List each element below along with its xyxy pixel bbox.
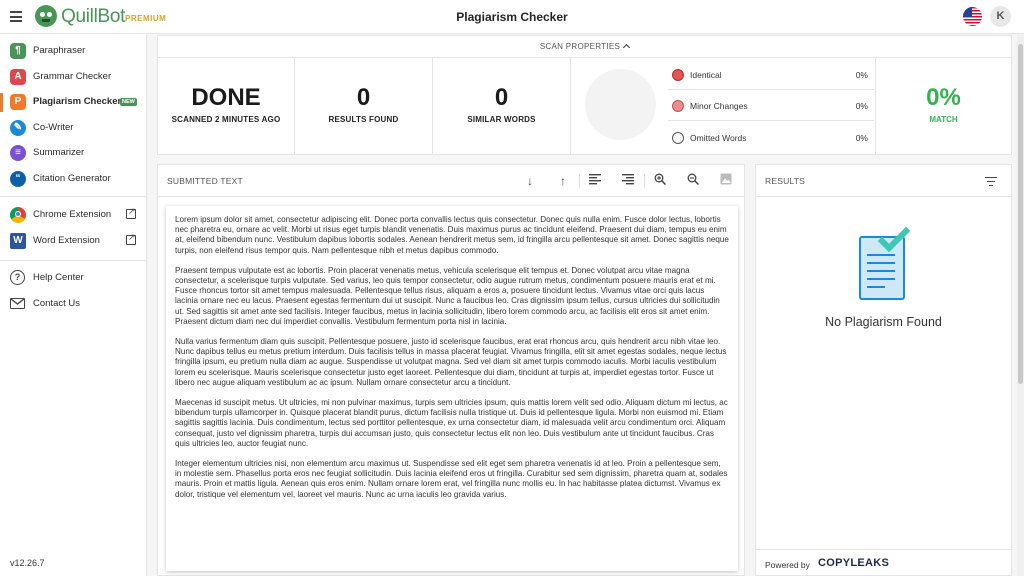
- sidebar-item-paraphraser[interactable]: ¶ Paraphraser: [0, 40, 146, 64]
- similar-words: 0 SIMILAR WORDS: [433, 58, 571, 154]
- submitted-text-header: SUBMITTED TEXT ↓ ↑: [158, 165, 744, 197]
- legend-name: Minor Changes: [690, 101, 748, 111]
- citation-generator-icon: “: [10, 171, 26, 187]
- sidebar-item-co-writer[interactable]: ✎ Co-Writer: [0, 117, 146, 141]
- paragraph: Integer elementum ultricies nisi, non el…: [175, 459, 728, 499]
- legend-percent: 0%: [855, 70, 868, 80]
- results-found: 0 RESULTS FOUND: [295, 58, 433, 154]
- status-label: SCANNED 2 MINUTES AGO: [171, 115, 281, 124]
- page-title: Plagiarism Checker: [456, 10, 568, 24]
- zoom-in-icon[interactable]: [652, 173, 668, 189]
- sidebar-item-label: Summarizer: [33, 147, 85, 158]
- arrow-up-icon[interactable]: ↑: [555, 173, 571, 189]
- sidebar-item-label: Paraphraser: [33, 45, 86, 56]
- mail-icon: [10, 298, 25, 309]
- sidebar-item-label: Word Extension: [33, 235, 100, 246]
- results-title: RESULTS: [765, 176, 805, 186]
- paragraph: Lorem ipsum dolor sit amet, consectetur …: [175, 215, 729, 255]
- similar-words-label: SIMILAR WORDS: [467, 115, 536, 124]
- copyleaks-logo[interactable]: COPYLEAKS: [818, 557, 889, 569]
- scan-status: DONE SCANNED 2 MINUTES AGO: [158, 58, 295, 154]
- sidebar-item-label: Citation Generator: [33, 173, 111, 184]
- arrow-down-icon[interactable]: ↓: [522, 173, 538, 189]
- legend-percent: 0%: [855, 101, 868, 111]
- paragraph: Praesent tempus vulputate est ac loborti…: [175, 265, 720, 326]
- legend-name: Identical: [690, 70, 722, 80]
- external-link-icon: [126, 206, 136, 219]
- sidebar-item-citation-generator[interactable]: “ Citation Generator: [0, 168, 146, 192]
- align-left-icon[interactable]: [587, 173, 603, 189]
- align-right-icon[interactable]: [620, 173, 636, 189]
- scan-properties-toggle[interactable]: SCAN PROPERTIES: [158, 36, 1011, 58]
- document-check-icon: [859, 219, 911, 300]
- results-panel: RESULTS No Plagiarism Found Powered by C…: [755, 164, 1012, 576]
- us-flag-icon[interactable]: [963, 7, 982, 26]
- scan-properties-panel: SCAN PROPERTIES DONE SCANNED 2 MINUTES A…: [157, 35, 1012, 155]
- submitted-text-title: SUBMITTED TEXT: [167, 176, 243, 186]
- paraphraser-icon: ¶: [10, 43, 26, 59]
- minor-changes-dot-icon: [672, 100, 684, 112]
- toolbar-divider: [644, 174, 645, 188]
- results-found-label: RESULTS FOUND: [328, 115, 399, 124]
- filter-icon[interactable]: [985, 177, 997, 188]
- sidebar-item-word-extension[interactable]: W Word Extension: [0, 230, 146, 254]
- sidebar-divider: [0, 196, 146, 197]
- paragraph: Nulla varius fermentum diam quis suscipi…: [175, 337, 727, 387]
- identical-dot-icon: [672, 69, 684, 81]
- sidebar-item-label: Contact Us: [33, 298, 80, 309]
- new-badge: NEW: [120, 98, 137, 106]
- scan-properties-label: SCAN PROPERTIES: [539, 42, 621, 51]
- match-summary: 0% MATCH: [875, 58, 1011, 154]
- zoom-out-icon[interactable]: [685, 173, 701, 189]
- word-icon: W: [10, 233, 26, 249]
- omitted-words-dot-icon: [672, 132, 684, 144]
- sidebar-item-contact-us[interactable]: Contact Us: [0, 293, 146, 317]
- sidebar-item-label: Grammar Checker: [33, 71, 112, 82]
- legend-omitted-words: Omitted Words 0%: [668, 123, 874, 153]
- plagiarism-checker-icon: P: [10, 94, 26, 110]
- match-label: MATCH: [929, 115, 958, 124]
- legend-name: Omitted Words: [690, 133, 747, 143]
- sidebar-item-label: Help Center: [33, 272, 84, 283]
- scrollbar-thumb[interactable]: [1018, 44, 1023, 384]
- no-plagiarism-message: No Plagiarism Found: [825, 315, 942, 329]
- sidebar-item-label: Chrome Extension: [33, 209, 112, 220]
- sidebar-divider: [0, 260, 146, 261]
- paragraph: Maecenas id suscipit metus. Ut ultricies…: [175, 398, 728, 448]
- page-scrollbar[interactable]: [1017, 34, 1024, 576]
- chevron-up-icon: [623, 43, 631, 52]
- version-label: v12.26.7: [10, 558, 45, 568]
- co-writer-icon: ✎: [10, 120, 26, 136]
- help-icon: ?: [10, 270, 25, 285]
- submitted-text-panel: SUBMITTED TEXT ↓ ↑ Lorem ipsum dolor sit…: [157, 164, 745, 576]
- sidebar-item-label: Co-Writer: [33, 122, 74, 133]
- sidebar-item-help-center[interactable]: ? Help Center: [0, 267, 146, 291]
- similar-words-value: 0: [494, 84, 509, 111]
- powered-by-label: Powered by: [765, 560, 810, 570]
- image-icon[interactable]: [718, 173, 734, 189]
- legend-percent: 0%: [855, 133, 868, 143]
- external-link-icon: [126, 232, 136, 245]
- document-page[interactable]: Lorem ipsum dolor sit amet, consectetur …: [166, 206, 738, 571]
- sidebar-item-chrome-extension[interactable]: Chrome Extension: [0, 204, 146, 228]
- chrome-icon: [10, 207, 26, 223]
- status-value: DONE: [191, 84, 261, 111]
- grammar-checker-icon: A: [10, 69, 26, 85]
- sidebar-item-label: Plagiarism Checker: [33, 96, 122, 107]
- legend-minor-changes: Minor Changes 0%: [668, 91, 874, 121]
- results-header: RESULTS: [756, 165, 1011, 197]
- results-found-value: 0: [356, 84, 371, 111]
- match-value: 0%: [926, 84, 961, 111]
- toolbar-divider: [579, 174, 580, 188]
- summarizer-icon: ≡: [10, 145, 26, 161]
- legend-identical: Identical 0%: [668, 60, 874, 90]
- match-donut-chart: [585, 69, 656, 140]
- sidebar: ¶ Paraphraser A Grammar Checker P Plagia…: [0, 34, 147, 576]
- powered-by-footer: Powered by COPYLEAKS: [756, 549, 1011, 576]
- sidebar-item-plagiarism-checker[interactable]: P Plagiarism Checker NEW: [0, 91, 146, 115]
- avatar[interactable]: K: [990, 6, 1011, 27]
- sidebar-item-summarizer[interactable]: ≡ Summarizer: [0, 142, 146, 166]
- top-bar: QuillBot PREMIUM Plagiarism Checker K: [0, 0, 1024, 34]
- sidebar-item-grammar-checker[interactable]: A Grammar Checker: [0, 66, 146, 90]
